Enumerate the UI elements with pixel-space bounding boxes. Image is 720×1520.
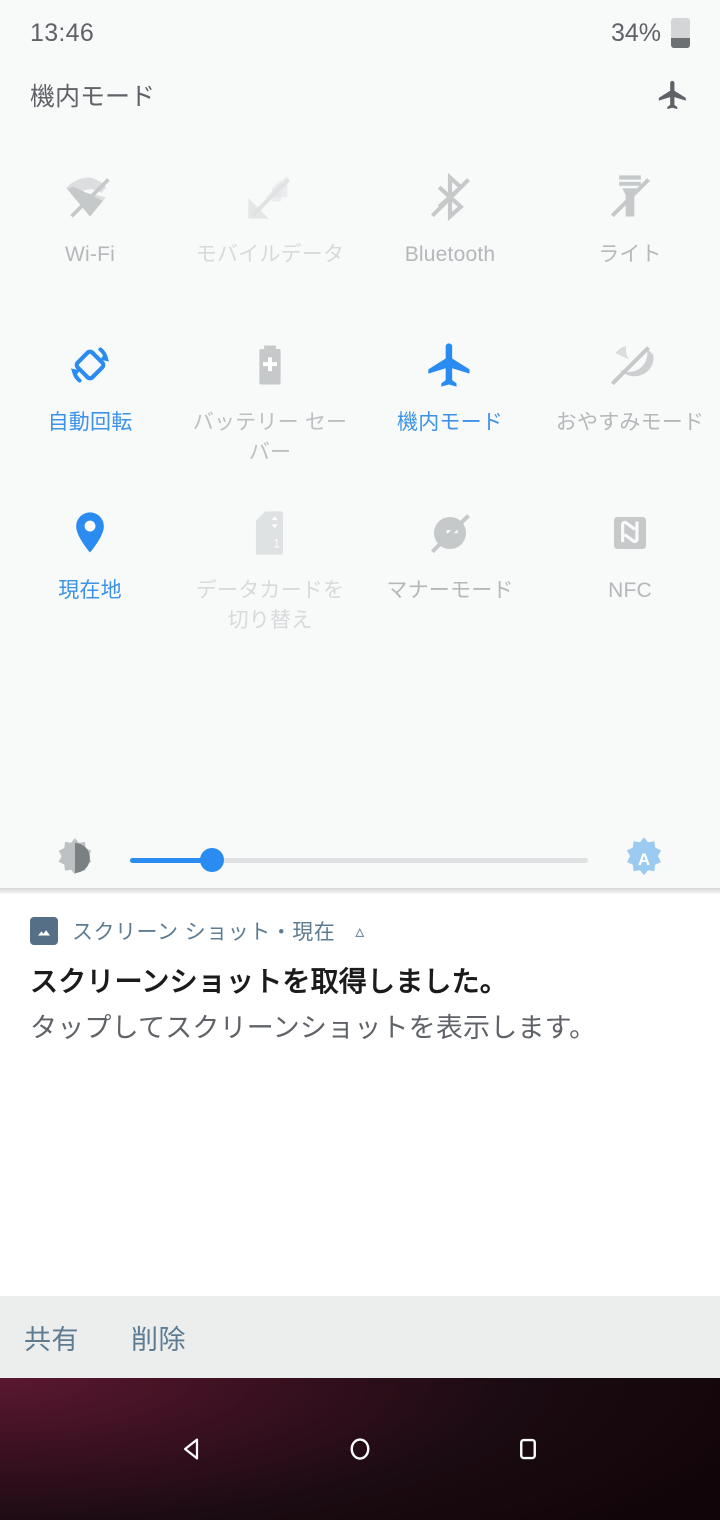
tile-silent-mode[interactable]: マナーモード bbox=[360, 500, 540, 668]
quick-settings-tile-grid: Wi-Fi モバイルデータ Bluetooth ライト 自動回転 バッテリー セ… bbox=[0, 124, 720, 668]
nfc-icon bbox=[604, 500, 656, 566]
wifi-off-icon bbox=[64, 164, 116, 230]
tile-bluetooth[interactable]: Bluetooth bbox=[360, 164, 540, 332]
notification-action-row: 共有 削除 bbox=[0, 1296, 720, 1378]
tile-label: NFC bbox=[608, 579, 652, 602]
airplane-icon bbox=[656, 78, 690, 112]
auto-rotate-icon bbox=[64, 332, 116, 398]
tile-do-not-disturb[interactable]: おやすみモード bbox=[540, 332, 720, 500]
tile-flashlight[interactable]: ライト bbox=[540, 164, 720, 332]
auto-brightness-letter: A bbox=[638, 850, 650, 869]
battery-icon bbox=[671, 18, 690, 48]
tile-nfc[interactable]: NFC bbox=[540, 500, 720, 668]
status-bar: 13:46 34% bbox=[0, 0, 720, 66]
tile-label: 機内モード bbox=[397, 411, 503, 434]
tile-location[interactable]: 現在地 bbox=[0, 500, 180, 668]
share-button[interactable]: 共有 bbox=[24, 1318, 79, 1357]
carrier-row: 機内モード bbox=[0, 66, 720, 124]
chevron-up-icon[interactable]: ▵ bbox=[355, 921, 364, 942]
notification-body: タップしてスクリーンショットを表示します。 bbox=[30, 1013, 597, 1043]
tile-label: モバイルデータ bbox=[195, 243, 345, 266]
tile-label: 自動回転 bbox=[47, 411, 133, 434]
notification-header[interactable]: スクリーン ショット・現在 ▵ bbox=[0, 894, 720, 946]
tile-mobile-data[interactable]: モバイルデータ bbox=[180, 164, 360, 332]
tile-wifi[interactable]: Wi-Fi bbox=[0, 164, 180, 332]
slider-thumb[interactable] bbox=[200, 848, 225, 872]
status-bar-right-cluster: 34% bbox=[611, 18, 690, 48]
delete-button[interactable]: 削除 bbox=[131, 1318, 186, 1357]
sim-card-icon: 1 bbox=[244, 500, 296, 566]
location-pin-icon bbox=[64, 500, 116, 566]
bluetooth-off-icon bbox=[424, 164, 476, 230]
auto-brightness-icon[interactable]: A bbox=[620, 834, 668, 887]
navigation-bar bbox=[0, 1378, 720, 1520]
tile-label: Wi-Fi bbox=[65, 243, 115, 266]
tile-label: ライト bbox=[598, 243, 662, 266]
tile-airplane-mode[interactable]: 機内モード bbox=[360, 332, 540, 500]
status-bar-clock: 13:46 bbox=[30, 18, 95, 47]
wallpaper bbox=[0, 1378, 720, 1520]
battery-saver-icon bbox=[244, 332, 296, 398]
tile-label: マナーモード bbox=[386, 579, 514, 602]
tile-label: おやすみモード bbox=[555, 411, 705, 434]
mobile-data-off-icon bbox=[244, 164, 296, 230]
home-circle-icon[interactable] bbox=[338, 1427, 382, 1471]
brightness-icon bbox=[52, 835, 98, 886]
brightness-slider[interactable] bbox=[130, 848, 588, 872]
notification-title: スクリーンショットを取得しました。 bbox=[30, 966, 509, 997]
quick-settings-panel: Wi-Fi モバイルデータ Bluetooth ライト 自動回転 バッテリー セ… bbox=[0, 124, 720, 989]
image-icon bbox=[30, 917, 58, 945]
carrier-label: 機内モード bbox=[30, 83, 156, 111]
vibrate-off-icon bbox=[424, 500, 476, 566]
screenshot-notification[interactable]: スクリーン ショット・現在 ▵ スクリーンショットを取得しました。 タップしてス… bbox=[0, 894, 720, 1300]
tile-switch-data-card[interactable]: 1 データカードを切り替え bbox=[180, 500, 360, 668]
do-not-disturb-off-icon bbox=[604, 332, 656, 398]
tile-label: 現在地 bbox=[58, 579, 122, 602]
battery-percent-label: 34% bbox=[610, 18, 661, 47]
android-quick-settings-screen: 13:46 34% 機内モード Wi-Fi モバイルデータ Bluetooth … bbox=[0, 0, 720, 1520]
tile-label: Bluetooth bbox=[404, 243, 496, 266]
svg-text:1: 1 bbox=[273, 537, 280, 550]
tile-label: バッテリー セーバー bbox=[192, 411, 348, 464]
back-triangle-icon[interactable] bbox=[170, 1427, 214, 1471]
recents-square-icon[interactable] bbox=[506, 1427, 550, 1471]
airplane-icon bbox=[424, 332, 476, 398]
flashlight-off-icon bbox=[604, 164, 656, 230]
tile-battery-saver[interactable]: バッテリー セーバー bbox=[180, 332, 360, 500]
tile-auto-rotate[interactable]: 自動回転 bbox=[0, 332, 180, 500]
notification-app-name: スクリーン ショット・現在 bbox=[72, 921, 336, 944]
tile-label: データカードを切り替え bbox=[195, 579, 345, 632]
